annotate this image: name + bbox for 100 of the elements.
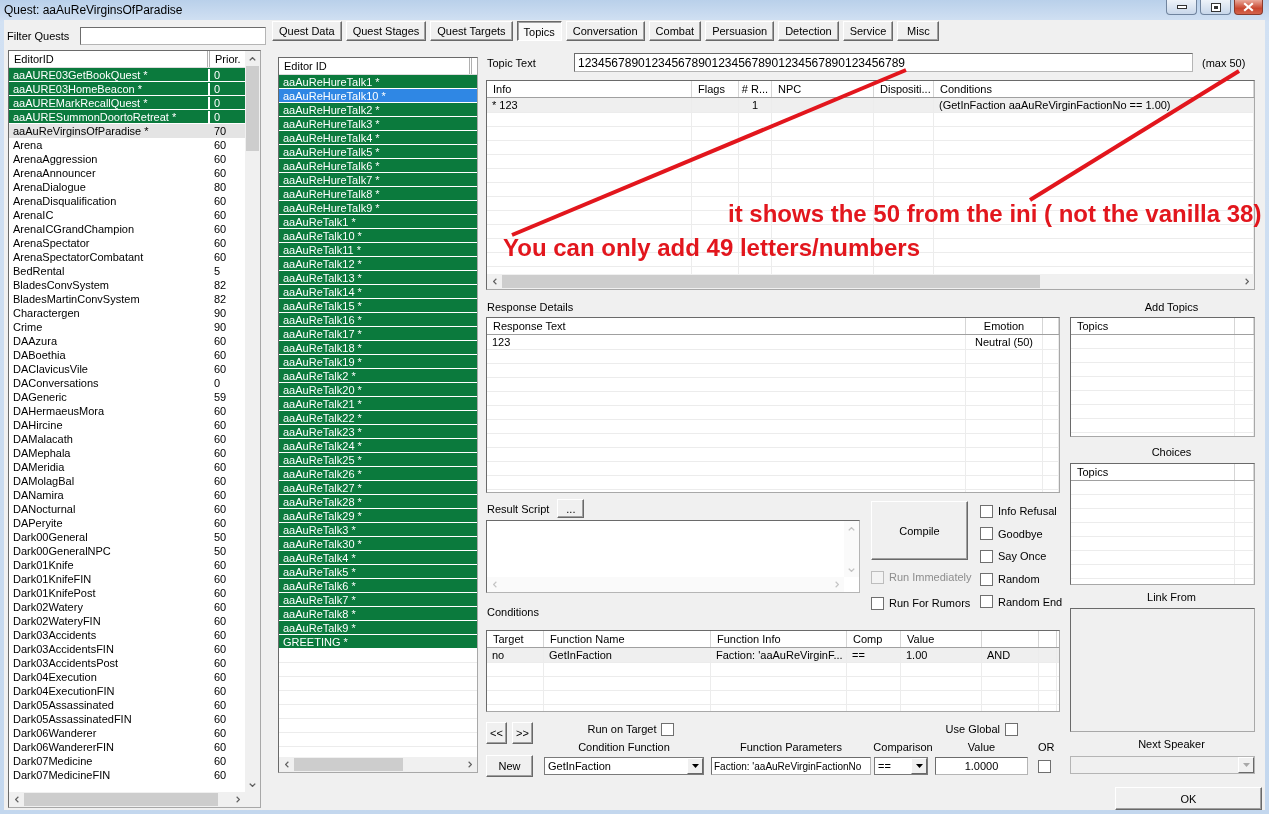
chevron-left-icon[interactable] xyxy=(284,761,289,768)
list-row[interactable]: ArenaICGrandChampion 60 xyxy=(9,222,245,236)
column-header[interactable]: Flags xyxy=(692,81,739,97)
list-item[interactable]: aaAuReTalk20 * xyxy=(279,383,477,397)
list-item[interactable]: aaAuReHureTalk5 * xyxy=(279,145,477,159)
list-row[interactable]: aaAURESummonDoortoRetreat * 0 xyxy=(9,110,245,124)
list-item[interactable]: aaAuReHureTalk1 * xyxy=(279,75,477,89)
scrollbar-thumb[interactable] xyxy=(246,66,259,152)
edit-script-button[interactable]: ... xyxy=(557,499,585,518)
list-row[interactable]: DAMephala 60 xyxy=(9,446,245,460)
list-item[interactable]: aaAuReTalk22 * xyxy=(279,411,477,425)
list-row[interactable]: DAMeridia 60 xyxy=(9,460,245,474)
checkbox[interactable] xyxy=(661,722,675,736)
filter-field[interactable] xyxy=(80,27,266,45)
column-header[interactable]: Prior. xyxy=(210,51,245,67)
column-header[interactable]: Response Text xyxy=(487,318,966,334)
list-row[interactable]: Dark04Execution 60 xyxy=(9,670,245,684)
checkbox[interactable] xyxy=(980,595,993,609)
tab[interactable]: Topics xyxy=(516,21,562,41)
list-item[interactable]: aaAuReHureTalk7 * xyxy=(279,173,477,187)
list-row[interactable]: Dark02WateryFIN 60 xyxy=(9,614,245,628)
tab[interactable]: Quest Targets xyxy=(430,21,513,41)
list-row[interactable]: BladesConvSystem 82 xyxy=(9,278,245,292)
horizontal-scrollbar[interactable] xyxy=(487,274,1254,289)
parameters-field[interactable]: Faction: 'aaAuReVirginFactionNo xyxy=(711,757,871,775)
list-row[interactable]: BladesMartinConvSystem 82 xyxy=(9,292,245,306)
chevron-right-icon[interactable] xyxy=(467,761,472,768)
list-row[interactable]: Dark00General 50 xyxy=(9,530,245,544)
list-row[interactable]: aaAURE03HomeBeacon * 0 xyxy=(9,82,245,96)
ok-button[interactable]: OK xyxy=(1115,787,1262,810)
column-header[interactable]: Topics xyxy=(1071,464,1235,480)
column-header[interactable]: Value xyxy=(901,631,982,647)
next-button[interactable]: >> xyxy=(512,722,533,744)
list-row[interactable]: Arena 60 xyxy=(9,138,245,152)
list-row[interactable]: aaAURE03GetBookQuest * 0 xyxy=(9,68,245,82)
list-row[interactable]: Dark00GeneralNPC 50 xyxy=(9,544,245,558)
list-item[interactable]: aaAuReTalk18 * xyxy=(279,341,477,355)
column-header[interactable]: Target xyxy=(487,631,544,647)
list-row[interactable]: DAMolagBal 60 xyxy=(9,474,245,488)
list-item[interactable]: aaAuReTalk24 * xyxy=(279,439,477,453)
checkbox[interactable] xyxy=(980,527,993,541)
chevron-down-icon[interactable] xyxy=(249,782,256,787)
list-item[interactable]: aaAuReTalk23 * xyxy=(279,425,477,439)
horizontal-scrollbar[interactable] xyxy=(9,792,245,807)
tab[interactable]: Quest Stages xyxy=(345,21,427,41)
list-row[interactable]: DANamira 60 xyxy=(9,488,245,502)
list-row[interactable]: Crime 90 xyxy=(9,320,245,334)
list-row[interactable]: Dark07MedicineFIN 60 xyxy=(9,768,245,782)
list-item[interactable]: aaAuReTalk19 * xyxy=(279,355,477,369)
tab[interactable]: Quest Data xyxy=(272,21,342,41)
list-row[interactable]: Dark02Watery 60 xyxy=(9,600,245,614)
column-header[interactable]: Dispositi... xyxy=(874,81,934,97)
column-header[interactable]: Function Info xyxy=(711,631,847,647)
list-row[interactable]: Dark03Accidents 60 xyxy=(9,628,245,642)
list-row[interactable]: DABoethia 60 xyxy=(9,348,245,362)
close-button[interactable] xyxy=(1234,0,1263,15)
list-item[interactable]: aaAuReHureTalk2 * xyxy=(279,103,477,117)
maximize-button[interactable] xyxy=(1200,0,1231,15)
list-item[interactable]: aaAuReHureTalk10 * xyxy=(279,89,477,103)
list-row[interactable]: ArenaAggression 60 xyxy=(9,152,245,166)
column-header[interactable]: Function Name xyxy=(544,631,711,647)
list-row[interactable]: Dark01KnifePost 60 xyxy=(9,586,245,600)
list-row[interactable]: DAAzura 60 xyxy=(9,334,245,348)
list-row[interactable]: Dark03AccidentsFIN 60 xyxy=(9,642,245,656)
list-row[interactable]: DAHermaeusMora 60 xyxy=(9,404,245,418)
column-header[interactable]: Emotion xyxy=(966,318,1043,334)
topic-text-field[interactable]: 1234567890123456789012345678901234567890123456789 xyxy=(574,53,1193,72)
list-row[interactable]: aaAuReVirginsOfParadise * 70 xyxy=(9,124,245,138)
tab[interactable]: Detection xyxy=(778,21,839,41)
list-item[interactable]: aaAuReTalk13 * xyxy=(279,271,477,285)
checkbox[interactable] xyxy=(1038,759,1051,773)
previous-button[interactable]: << xyxy=(486,722,507,744)
list-row[interactable]: DAMalacath 60 xyxy=(9,432,245,446)
list-item[interactable]: aaAuReTalk14 * xyxy=(279,285,477,299)
vertical-scrollbar[interactable] xyxy=(245,51,260,792)
list-item[interactable]: aaAuReTalk5 * xyxy=(279,565,477,579)
table-row[interactable]: * 123 1 (GetInFaction aaAuReVirginFactionNo == 1.00) xyxy=(487,98,1254,113)
chevron-right-icon[interactable] xyxy=(1244,278,1249,285)
new-button[interactable]: New xyxy=(486,755,533,777)
tab[interactable]: Persuasion xyxy=(705,21,775,41)
list-row[interactable]: Dark06WandererFIN 60 xyxy=(9,740,245,754)
list-item[interactable]: aaAuReTalk16 * xyxy=(279,313,477,327)
list-item[interactable]: aaAuReTalk2 * xyxy=(279,369,477,383)
list-row[interactable]: ArenaAnnouncer 60 xyxy=(9,166,245,180)
column-header[interactable]: Topics xyxy=(1071,318,1235,334)
list-item[interactable]: aaAuReTalk30 * xyxy=(279,537,477,551)
tab[interactable]: Combat xyxy=(648,21,702,41)
function-dropdown[interactable]: GetInFaction xyxy=(544,757,704,775)
list-row[interactable]: Dark01Knife 60 xyxy=(9,558,245,572)
list-row[interactable]: Dark06Wanderer 60 xyxy=(9,726,245,740)
compile-button[interactable]: Compile xyxy=(871,501,968,560)
list-row[interactable]: DAHircine 60 xyxy=(9,418,245,432)
list-item[interactable]: aaAuReHureTalk9 * xyxy=(279,201,477,215)
list-row[interactable]: DAPeryite 60 xyxy=(9,516,245,530)
list-item[interactable]: aaAuReHureTalk3 * xyxy=(279,117,477,131)
tab[interactable]: Misc xyxy=(897,21,940,41)
chevron-up-icon[interactable] xyxy=(249,56,256,61)
list-row[interactable]: ArenaSpectator 60 xyxy=(9,236,245,250)
list-row[interactable]: ArenaDialogue 80 xyxy=(9,180,245,194)
list-row[interactable]: Dark05AssassinatedFIN 60 xyxy=(9,712,245,726)
